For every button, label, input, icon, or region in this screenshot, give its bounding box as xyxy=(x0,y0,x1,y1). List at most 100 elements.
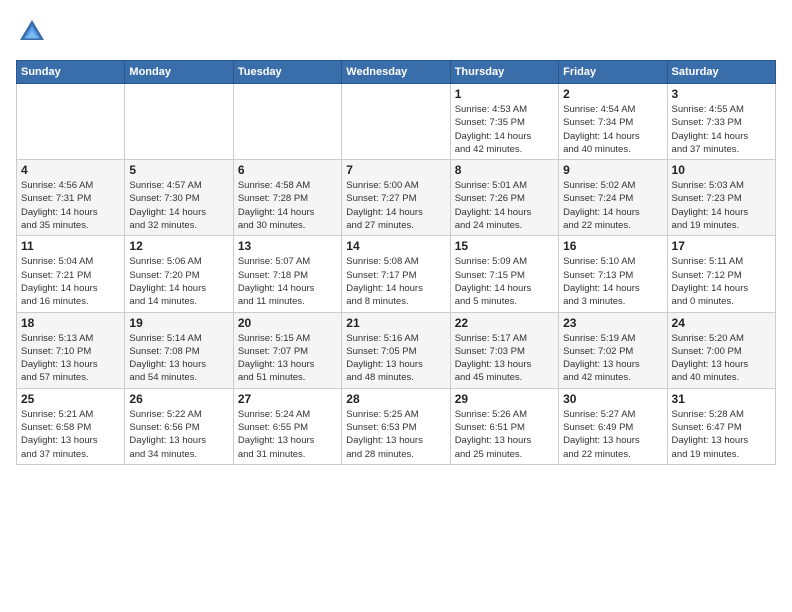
header-tuesday: Tuesday xyxy=(233,61,341,84)
calendar-body: 1Sunrise: 4:53 AM Sunset: 7:35 PM Daylig… xyxy=(17,84,776,465)
day-cell: 16Sunrise: 5:10 AM Sunset: 7:13 PM Dayli… xyxy=(559,236,667,312)
day-number: 4 xyxy=(21,163,120,177)
day-cell: 7 Sunrise: 5:00 AM Sunset: 7:27 PM Daylig… xyxy=(342,160,450,236)
day-number: 10 xyxy=(672,163,771,177)
day-detail: Sunrise: 5:20 AM Sunset: 7:00 PM Dayligh… xyxy=(672,332,771,385)
day-number: 7 xyxy=(346,163,445,177)
day-detail: Sunrise: 5:06 AM Sunset: 7:20 PM Dayligh… xyxy=(129,255,228,308)
day-cell: 1Sunrise: 4:53 AM Sunset: 7:35 PM Daylig… xyxy=(450,84,558,160)
week-row-1: 1Sunrise: 4:53 AM Sunset: 7:35 PM Daylig… xyxy=(17,84,776,160)
day-detail: Sunrise: 5:11 AM Sunset: 7:12 PM Dayligh… xyxy=(672,255,771,308)
day-detail: Sunrise: 5:01 AM Sunset: 7:26 PM Dayligh… xyxy=(455,179,554,232)
day-cell: 22Sunrise: 5:17 AM Sunset: 7:03 PM Dayli… xyxy=(450,312,558,388)
header-sunday: Sunday xyxy=(17,61,125,84)
day-detail: Sunrise: 5:03 AM Sunset: 7:23 PM Dayligh… xyxy=(672,179,771,232)
day-detail: Sunrise: 5:21 AM Sunset: 6:58 PM Dayligh… xyxy=(21,408,120,461)
day-detail: Sunrise: 4:56 AM Sunset: 7:31 PM Dayligh… xyxy=(21,179,120,232)
day-number: 31 xyxy=(672,392,771,406)
day-cell xyxy=(233,84,341,160)
day-number: 20 xyxy=(238,316,337,330)
day-cell: 5Sunrise: 4:57 AM Sunset: 7:30 PM Daylig… xyxy=(125,160,233,236)
header-row: SundayMondayTuesdayWednesdayThursdayFrid… xyxy=(17,61,776,84)
day-number: 28 xyxy=(346,392,445,406)
header-friday: Friday xyxy=(559,61,667,84)
day-detail: Sunrise: 4:54 AM Sunset: 7:34 PM Dayligh… xyxy=(563,103,662,156)
week-row-5: 25Sunrise: 5:21 AM Sunset: 6:58 PM Dayli… xyxy=(17,388,776,464)
week-row-2: 4 Sunrise: 4:56 AM Sunset: 7:31 PM Daylig… xyxy=(17,160,776,236)
calendar-table: SundayMondayTuesdayWednesdayThursdayFrid… xyxy=(16,60,776,465)
day-detail: Sunrise: 5:08 AM Sunset: 7:17 PM Dayligh… xyxy=(346,255,445,308)
day-number: 16 xyxy=(563,239,662,253)
day-detail: Sunrise: 5:07 AM Sunset: 7:18 PM Dayligh… xyxy=(238,255,337,308)
day-number: 15 xyxy=(455,239,554,253)
day-number: 14 xyxy=(346,239,445,253)
day-cell: 28 Sunrise: 5:25 AM Sunset: 6:53 PM Dayli… xyxy=(342,388,450,464)
day-cell: 23Sunrise: 5:19 AM Sunset: 7:02 PM Dayli… xyxy=(559,312,667,388)
day-number: 5 xyxy=(129,163,228,177)
day-detail: Sunrise: 5:00 AM Sunset: 7:27 PM Dayligh… xyxy=(346,179,445,232)
day-cell: 27 Sunrise: 5:24 AM Sunset: 6:55 PM Dayli… xyxy=(233,388,341,464)
day-detail: Sunrise: 5:28 AM Sunset: 6:47 PM Dayligh… xyxy=(672,408,771,461)
day-detail: Sunrise: 4:53 AM Sunset: 7:35 PM Dayligh… xyxy=(455,103,554,156)
day-detail: Sunrise: 5:26 AM Sunset: 6:51 PM Dayligh… xyxy=(455,408,554,461)
day-cell: 15 Sunrise: 5:09 AM Sunset: 7:15 PM Dayli… xyxy=(450,236,558,312)
day-cell: 4 Sunrise: 4:56 AM Sunset: 7:31 PM Daylig… xyxy=(17,160,125,236)
day-cell: 13 Sunrise: 5:07 AM Sunset: 7:18 PM Dayli… xyxy=(233,236,341,312)
day-detail: Sunrise: 5:02 AM Sunset: 7:24 PM Dayligh… xyxy=(563,179,662,232)
day-detail: Sunrise: 5:04 AM Sunset: 7:21 PM Dayligh… xyxy=(21,255,120,308)
day-detail: Sunrise: 5:22 AM Sunset: 6:56 PM Dayligh… xyxy=(129,408,228,461)
day-detail: Sunrise: 5:14 AM Sunset: 7:08 PM Dayligh… xyxy=(129,332,228,385)
week-row-4: 18 Sunrise: 5:13 AM Sunset: 7:10 PM Dayli… xyxy=(17,312,776,388)
day-number: 6 xyxy=(238,163,337,177)
day-cell: 3Sunrise: 4:55 AM Sunset: 7:33 PM Daylig… xyxy=(667,84,775,160)
day-cell xyxy=(342,84,450,160)
day-cell: 2 Sunrise: 4:54 AM Sunset: 7:34 PM Daylig… xyxy=(559,84,667,160)
day-number: 24 xyxy=(672,316,771,330)
calendar-header: SundayMondayTuesdayWednesdayThursdayFrid… xyxy=(17,61,776,84)
day-detail: Sunrise: 5:16 AM Sunset: 7:05 PM Dayligh… xyxy=(346,332,445,385)
day-number: 29 xyxy=(455,392,554,406)
day-number: 18 xyxy=(21,316,120,330)
header-wednesday: Wednesday xyxy=(342,61,450,84)
logo-icon xyxy=(16,16,48,48)
day-cell: 31 Sunrise: 5:28 AM Sunset: 6:47 PM Dayli… xyxy=(667,388,775,464)
day-cell xyxy=(125,84,233,160)
day-number: 8 xyxy=(455,163,554,177)
day-number: 9 xyxy=(563,163,662,177)
day-number: 26 xyxy=(129,392,228,406)
day-cell: 6 Sunrise: 4:58 AM Sunset: 7:28 PM Daylig… xyxy=(233,160,341,236)
day-detail: Sunrise: 4:55 AM Sunset: 7:33 PM Dayligh… xyxy=(672,103,771,156)
day-detail: Sunrise: 5:13 AM Sunset: 7:10 PM Dayligh… xyxy=(21,332,120,385)
day-detail: Sunrise: 4:58 AM Sunset: 7:28 PM Dayligh… xyxy=(238,179,337,232)
day-number: 17 xyxy=(672,239,771,253)
day-cell: 8 Sunrise: 5:01 AM Sunset: 7:26 PM Daylig… xyxy=(450,160,558,236)
day-detail: Sunrise: 5:09 AM Sunset: 7:15 PM Dayligh… xyxy=(455,255,554,308)
day-detail: Sunrise: 5:24 AM Sunset: 6:55 PM Dayligh… xyxy=(238,408,337,461)
day-cell: 21Sunrise: 5:16 AM Sunset: 7:05 PM Dayli… xyxy=(342,312,450,388)
day-detail: Sunrise: 5:27 AM Sunset: 6:49 PM Dayligh… xyxy=(563,408,662,461)
header-thursday: Thursday xyxy=(450,61,558,84)
day-cell: 19 Sunrise: 5:14 AM Sunset: 7:08 PM Dayli… xyxy=(125,312,233,388)
day-cell: 11Sunrise: 5:04 AM Sunset: 7:21 PM Dayli… xyxy=(17,236,125,312)
day-cell: 26 Sunrise: 5:22 AM Sunset: 6:56 PM Dayli… xyxy=(125,388,233,464)
day-number: 22 xyxy=(455,316,554,330)
day-cell: 24 Sunrise: 5:20 AM Sunset: 7:00 PM Dayli… xyxy=(667,312,775,388)
day-number: 13 xyxy=(238,239,337,253)
day-number: 19 xyxy=(129,316,228,330)
day-number: 30 xyxy=(563,392,662,406)
day-number: 27 xyxy=(238,392,337,406)
day-cell: 29 Sunrise: 5:26 AM Sunset: 6:51 PM Dayli… xyxy=(450,388,558,464)
day-number: 2 xyxy=(563,87,662,101)
day-cell: 14 Sunrise: 5:08 AM Sunset: 7:17 PM Dayli… xyxy=(342,236,450,312)
logo xyxy=(16,16,52,48)
day-number: 23 xyxy=(563,316,662,330)
day-cell: 25Sunrise: 5:21 AM Sunset: 6:58 PM Dayli… xyxy=(17,388,125,464)
day-number: 12 xyxy=(129,239,228,253)
day-detail: Sunrise: 5:25 AM Sunset: 6:53 PM Dayligh… xyxy=(346,408,445,461)
page-header xyxy=(16,16,776,48)
day-cell: 18 Sunrise: 5:13 AM Sunset: 7:10 PM Dayli… xyxy=(17,312,125,388)
day-detail: Sunrise: 5:15 AM Sunset: 7:07 PM Dayligh… xyxy=(238,332,337,385)
day-cell: 9 Sunrise: 5:02 AM Sunset: 7:24 PM Daylig… xyxy=(559,160,667,236)
day-cell: 12 Sunrise: 5:06 AM Sunset: 7:20 PM Dayli… xyxy=(125,236,233,312)
header-saturday: Saturday xyxy=(667,61,775,84)
